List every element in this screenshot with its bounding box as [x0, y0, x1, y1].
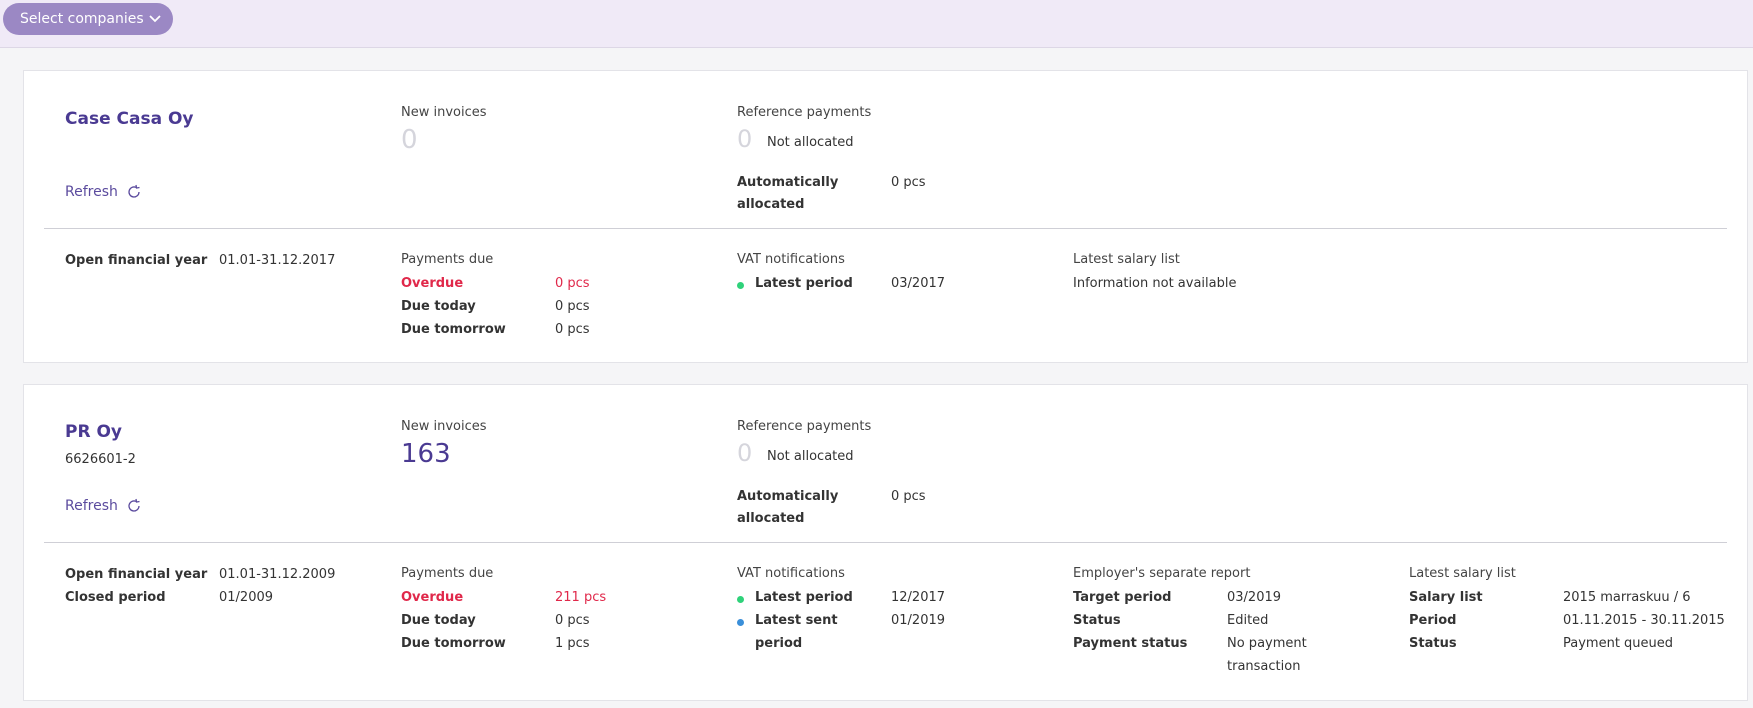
refresh-label: Refresh [65, 184, 118, 200]
due-tomorrow-label: Due tomorrow [401, 636, 506, 651]
refresh-icon [128, 498, 140, 512]
auto-allocated-label-2: allocated [737, 197, 805, 212]
vat-latest-sent-label-2: period [755, 636, 803, 651]
vat-notifications-label: VAT notifications [737, 252, 845, 267]
closed-period-label: Closed period [65, 590, 166, 605]
new-invoices-value[interactable]: 163 [401, 439, 451, 469]
due-today-value: 0 pcs [555, 299, 590, 314]
salary-list-label: Salary list [1409, 590, 1483, 605]
chevron-down-icon [149, 15, 161, 23]
employer-status-label: Status [1073, 613, 1121, 628]
auto-allocated-value: 0 pcs [891, 489, 926, 504]
payment-status-label: Payment status [1073, 636, 1188, 651]
open-financial-year-label: Open financial year [65, 567, 208, 582]
payments-due-label: Payments due [401, 252, 494, 267]
new-invoices-value: 0 [401, 125, 418, 155]
new-invoices-label: New invoices [401, 419, 487, 434]
company-card-pr-oy: PR Oy 6626601-2 Refresh New invoices 163… [23, 384, 1748, 701]
status-dot-blue [737, 619, 744, 626]
vat-latest-period-label: Latest period [755, 276, 853, 291]
salary-status-label: Status [1409, 636, 1457, 651]
reference-payments-label: Reference payments [737, 419, 872, 434]
not-allocated-value: 0 [737, 439, 753, 467]
select-companies-label: Select companies [20, 11, 144, 27]
due-today-value: 0 pcs [555, 613, 590, 628]
closed-period-value: 01/2009 [219, 590, 274, 605]
auto-allocated-label-2: allocated [737, 511, 805, 526]
status-dot-green [737, 282, 744, 289]
company-card-case-casa: Case Casa Oy Refresh New invoices 0 Refe… [23, 70, 1748, 363]
refresh-button[interactable]: Refresh [65, 184, 142, 200]
salary-period-value: 01.11.2015 - 30.11.2015 [1563, 613, 1725, 628]
company-name: PR Oy [65, 422, 123, 442]
employer-report-label: Employer's separate report [1073, 566, 1251, 581]
overdue-label: Overdue [401, 276, 464, 291]
company-name: Case Casa Oy [65, 109, 194, 129]
due-today-label: Due today [401, 613, 476, 628]
payment-status-value-1: No payment [1227, 636, 1307, 651]
payments-due-label: Payments due [401, 566, 494, 581]
status-dot-green [737, 596, 744, 603]
divider [44, 542, 1727, 543]
divider [44, 228, 1727, 229]
due-tomorrow-value: 0 pcs [555, 322, 590, 337]
target-period-label: Target period [1073, 590, 1172, 605]
salary-period-label: Period [1409, 613, 1457, 628]
target-period-value: 03/2019 [1227, 590, 1282, 605]
vat-latest-period-value: 03/2017 [891, 276, 946, 291]
business-id: 6626601-2 [65, 452, 136, 467]
open-financial-year-value: 01.01-31.12.2017 [219, 253, 336, 268]
salary-info: Information not available [1073, 276, 1237, 291]
vat-notifications-label: VAT notifications [737, 566, 845, 581]
employer-status-value: Edited [1227, 613, 1269, 628]
auto-allocated-value: 0 pcs [891, 175, 926, 190]
refresh-label: Refresh [65, 498, 118, 514]
auto-allocated-label-1: Automatically [737, 175, 839, 190]
open-financial-year-label: Open financial year [65, 253, 208, 268]
latest-salary-list-label: Latest salary list [1409, 566, 1516, 581]
due-tomorrow-label: Due tomorrow [401, 322, 506, 337]
new-invoices-label: New invoices [401, 105, 487, 120]
vat-latest-period-value: 12/2017 [891, 590, 946, 605]
salary-status-value: Payment queued [1563, 636, 1674, 651]
due-today-label: Due today [401, 299, 476, 314]
overdue-label: Overdue [401, 590, 464, 605]
vat-latest-sent-label-1: Latest sent [755, 613, 838, 628]
vat-latest-sent-value: 01/2019 [891, 613, 946, 628]
latest-salary-list-label: Latest salary list [1073, 252, 1180, 267]
open-financial-year-value: 01.01-31.12.2009 [219, 567, 336, 582]
not-allocated-value: 0 [737, 125, 753, 153]
reference-payments-label: Reference payments [737, 105, 872, 120]
refresh-icon [128, 184, 140, 198]
not-allocated-label: Not allocated [767, 449, 854, 464]
payment-status-value-2: transaction [1227, 659, 1301, 674]
salary-list-value: 2015 marraskuu / 6 [1563, 590, 1691, 605]
auto-allocated-label-1: Automatically [737, 489, 839, 504]
not-allocated-label: Not allocated [767, 135, 854, 150]
due-tomorrow-value: 1 pcs [555, 636, 590, 651]
vat-latest-period-label: Latest period [755, 590, 853, 605]
refresh-button[interactable]: Refresh [65, 498, 142, 514]
top-bar: Select companies [0, 0, 1753, 48]
select-companies-button[interactable]: Select companies [3, 3, 173, 35]
overdue-value: 0 pcs [555, 276, 590, 291]
overdue-value[interactable]: 211 pcs [555, 590, 606, 605]
